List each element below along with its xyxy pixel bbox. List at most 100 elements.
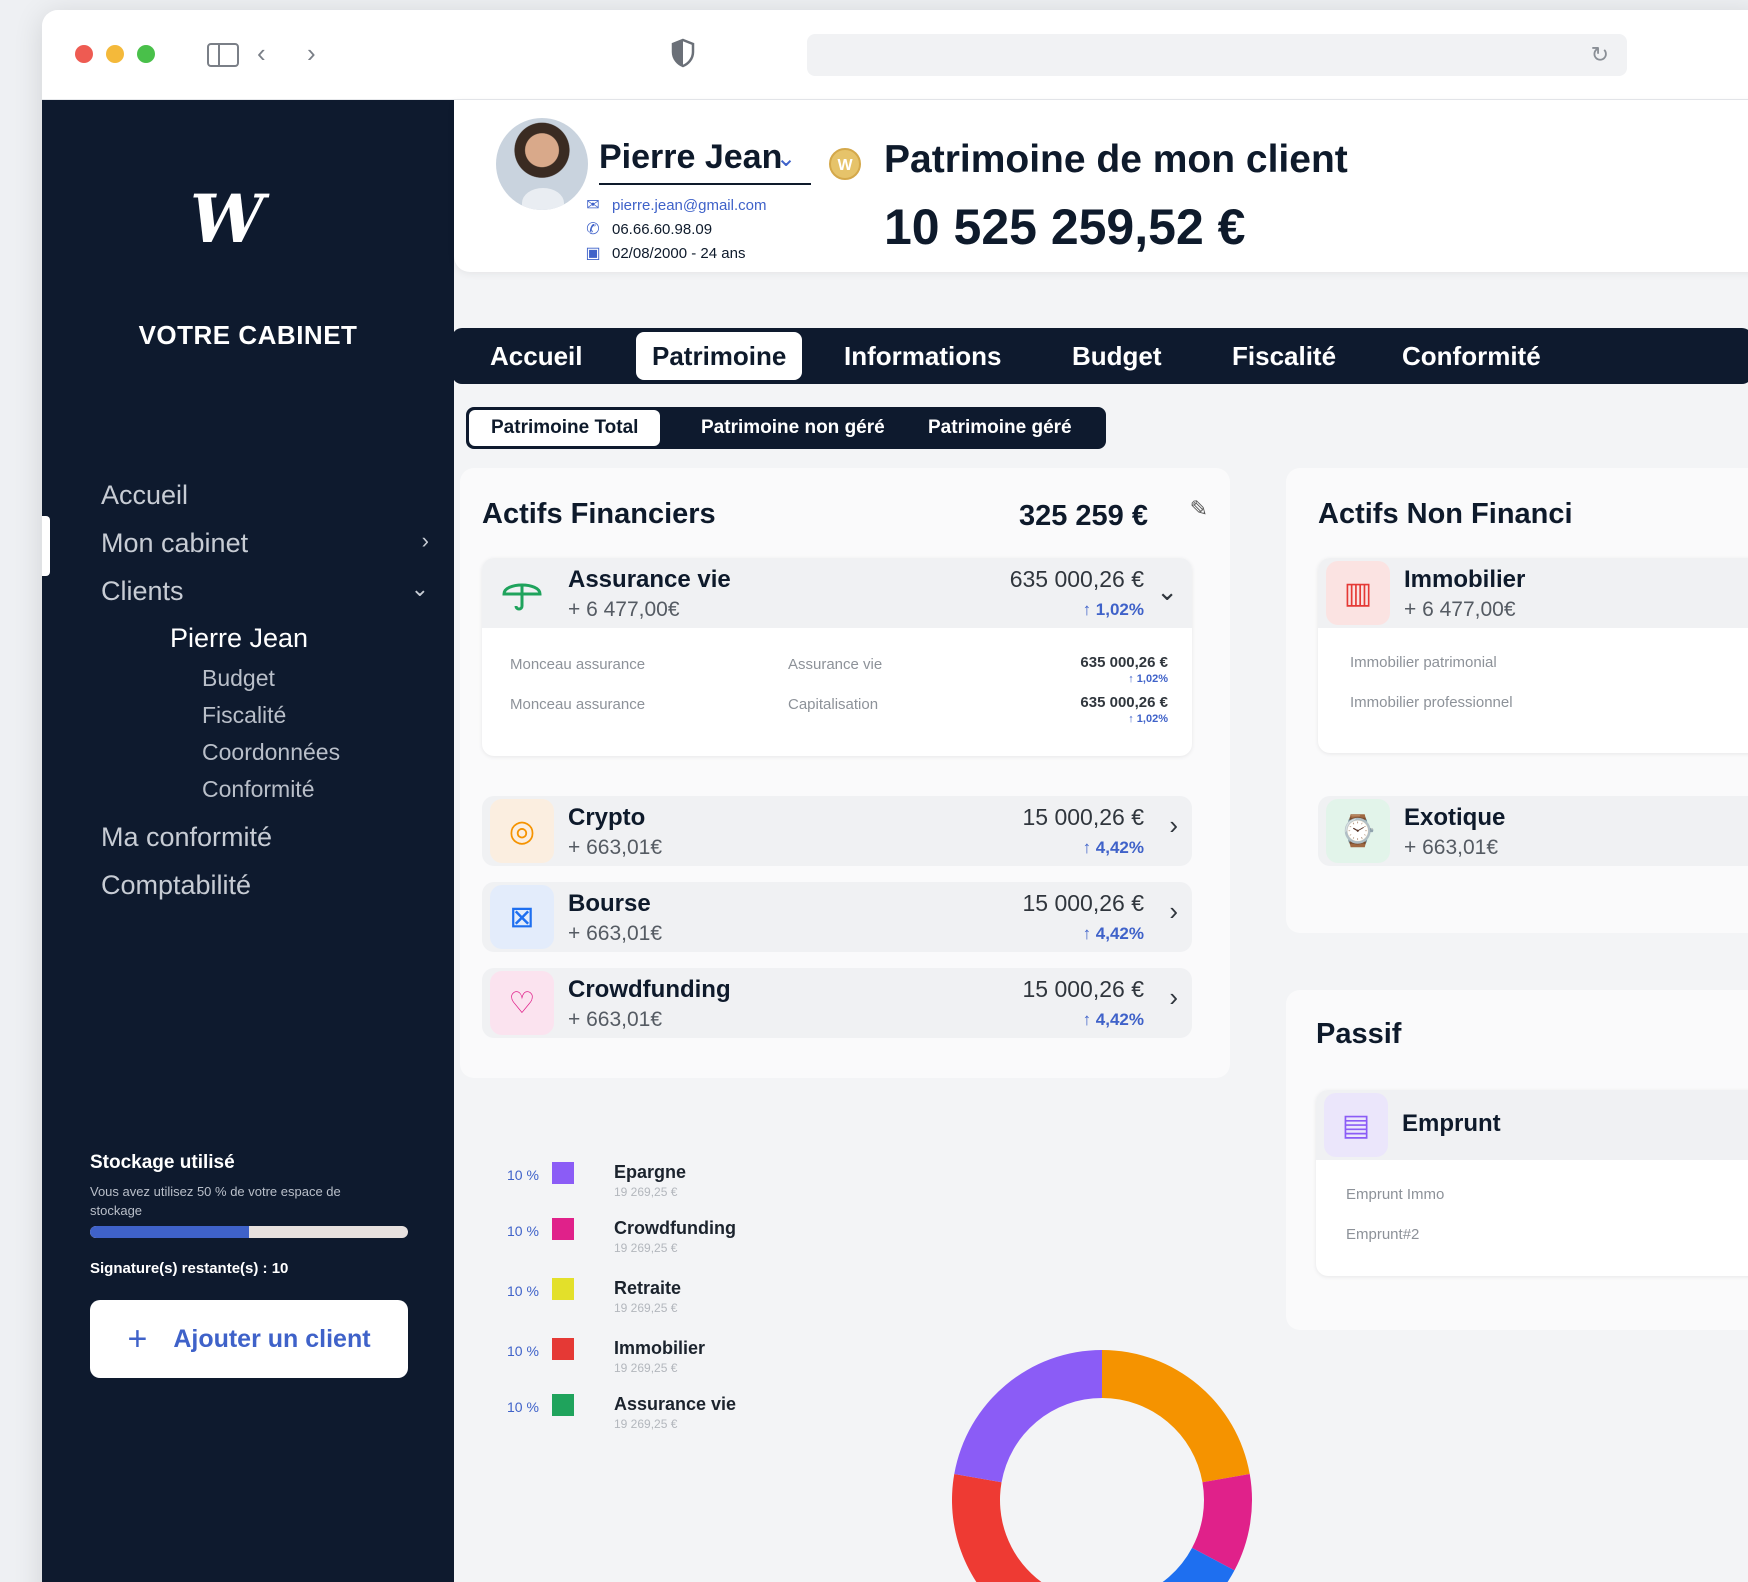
legend-amount: 19 269,25 € — [614, 1301, 678, 1315]
nav-item-comptabilite[interactable]: Comptabilité — [101, 870, 251, 901]
address-bar[interactable]: ↻ — [807, 34, 1627, 76]
asset-value: 15 000,26 € — [1022, 890, 1144, 916]
tab-budget[interactable]: Budget — [1072, 328, 1162, 384]
sidebar-toggle-icon[interactable] — [207, 43, 239, 67]
tab-accueil[interactable]: Accueil — [490, 328, 583, 384]
nav-item-mon-cabinet[interactable]: Mon cabinet › — [101, 528, 441, 559]
legend-name: Crowdfunding — [614, 1218, 736, 1238]
reload-icon[interactable]: ↻ — [1591, 42, 1609, 68]
asset-exotique[interactable]: ⌚ Exotique + 663,01€ — [1318, 796, 1748, 866]
asset-value: 635 000,26 € — [1009, 566, 1144, 592]
card-total: 325 259 € — [1018, 500, 1148, 532]
nav-item-ma-conformite[interactable]: Ma conformité — [101, 822, 272, 853]
asset-gain: + 663,01€ — [568, 922, 663, 945]
subtab-patrimoine-total[interactable]: Patrimoine Total — [469, 410, 661, 446]
chevron-right-icon[interactable]: › — [1169, 982, 1178, 1013]
mail-icon: ✉ — [586, 197, 600, 214]
nav-client-fiscalite[interactable]: Fiscalité — [202, 702, 286, 729]
asset-performance: ↑ 4,42% — [1082, 1010, 1144, 1029]
subtab-patrimoine-gere[interactable]: Patrimoine géré — [928, 407, 1072, 449]
client-email[interactable]: ✉ pierre.jean@gmail.com — [584, 195, 766, 215]
asset-immobilier[interactable]: ▥ Immobilier + 6 477,00€ Immobilier patr… — [1318, 558, 1748, 753]
nav-client-coordonnees[interactable]: Coordonnées — [202, 739, 340, 766]
logo: W — [190, 180, 264, 258]
add-client-button[interactable]: + Ajouter un client — [90, 1300, 408, 1378]
legend-amount: 19 269,25 € — [614, 1361, 678, 1375]
asset-bourse[interactable]: ⊠ Bourse + 663,01€ 15 000,26 € ↑ 4,42% › — [482, 882, 1192, 952]
detail-label: Monceau assurance — [510, 656, 646, 673]
asset-name: Emprunt — [1402, 1110, 1501, 1137]
nav-client-conformite[interactable]: Conformité — [202, 776, 314, 803]
nav-active-indicator — [42, 516, 50, 576]
chevron-down-icon[interactable]: ⌄ — [776, 144, 796, 173]
detail-label: Emprunt Immo — [1346, 1186, 1445, 1203]
nav-item-clients[interactable]: Clients ⌄ — [101, 576, 441, 607]
detail-label: Immobilier professionnel — [1350, 694, 1513, 711]
chevron-down-icon[interactable]: ⌄ — [1156, 576, 1178, 607]
chevron-right-icon[interactable]: › — [1169, 896, 1178, 927]
crypto-icon: ◎ — [490, 799, 554, 863]
detail-type: Assurance vie — [788, 656, 883, 673]
asset-name: Immobilier — [1404, 566, 1526, 593]
card-title: Actifs Non Financi — [1318, 498, 1573, 530]
asset-crowdfunding[interactable]: ♡ Crowdfunding + 663,01€ 15 000,26 € ↑ 4… — [482, 968, 1192, 1038]
nav-item-accueil[interactable]: Accueil — [101, 480, 441, 511]
edit-icon[interactable]: ✎ — [1190, 496, 1208, 522]
actifs-non-financiers-card: Actifs Non Financi ▥ Immobilier + 6 477,… — [1286, 468, 1748, 933]
client-phone: ✆ 06.66.60.98.09 — [584, 219, 712, 239]
detail-performance: ↑ 1,02% — [1128, 713, 1168, 725]
detail-type: Capitalisation — [788, 696, 879, 713]
building-icon: ▥ — [1326, 561, 1390, 625]
nav-client-budget[interactable]: Budget — [202, 665, 275, 692]
browser-toolbar: ‹ › ↻ — [42, 10, 1748, 100]
shield-icon[interactable] — [670, 38, 696, 68]
patrimoine-total: 10 525 259,52 € — [884, 199, 1246, 255]
storage-progress-fill — [90, 1226, 249, 1238]
asset-gain: + 663,01€ — [1404, 836, 1499, 859]
back-icon[interactable]: ‹ — [257, 40, 266, 66]
maximize-window-button[interactable] — [137, 45, 155, 63]
legend-amount: 19 269,25 € — [614, 1241, 678, 1255]
legend-percentage: 10 % — [507, 1343, 539, 1359]
nav-label: Mon cabinet — [101, 528, 249, 558]
legend-swatch — [552, 1278, 574, 1300]
minimize-window-button[interactable] — [106, 45, 124, 63]
legend-item-crowdfunding: 10 % Crowdfunding 19 269,25 € — [507, 1218, 736, 1255]
signatures-remaining: Signature(s) restante(s) : 10 — [90, 1260, 289, 1277]
client-avatar — [496, 118, 588, 210]
detail-label: Immobilier patrimonial — [1350, 654, 1497, 671]
asset-gain: + 663,01€ — [568, 1008, 663, 1031]
tab-patrimoine[interactable]: Patrimoine — [636, 332, 803, 380]
legend-amount: 19 269,25 € — [614, 1417, 678, 1431]
chevron-down-icon: ⌄ — [410, 576, 429, 601]
calendar-icon: ▣ — [585, 245, 601, 262]
detail-value: 635 000,26 € — [1080, 694, 1168, 711]
legend-percentage: 10 % — [507, 1167, 539, 1183]
legend-amount: 19 269,25 € — [614, 1185, 678, 1199]
tab-fiscalite[interactable]: Fiscalité — [1232, 328, 1336, 384]
plus-icon: + — [127, 1319, 148, 1358]
legend-item-retraite: 10 % Retraite 19 269,25 € — [507, 1278, 681, 1315]
chevron-right-icon[interactable]: › — [1169, 810, 1178, 841]
asset-performance: ↑ 4,42% — [1082, 924, 1144, 943]
donut-segment-red — [952, 1473, 1042, 1582]
add-client-label: Ajouter un client — [173, 1324, 371, 1353]
tab-informations[interactable]: Informations — [844, 328, 1001, 384]
asset-emprunt[interactable]: ▤ Emprunt Emprunt Immo Emprunt#2 — [1316, 1090, 1748, 1276]
asset-performance: ↑ 4,42% — [1082, 838, 1144, 857]
asset-crypto[interactable]: ◎ Crypto + 663,01€ 15 000,26 € ↑ 4,42% › — [482, 796, 1192, 866]
asset-assurance-vie[interactable]: Assurance vie + 6 477,00€ 635 000,26 € ↑… — [482, 558, 1192, 756]
nav-label: Clients — [101, 576, 184, 606]
card-title: Actifs Financiers — [482, 498, 716, 530]
close-window-button[interactable] — [75, 45, 93, 63]
tab-conformite[interactable]: Conformité — [1402, 328, 1541, 384]
main-tabs: Accueil Patrimoine Informations Budget F… — [452, 328, 1748, 384]
client-birthdate: ▣ 02/08/2000 - 24 ans — [584, 243, 745, 263]
asset-gain: + 663,01€ — [568, 836, 663, 859]
legend-percentage: 10 % — [507, 1399, 539, 1415]
subtab-patrimoine-non-gere[interactable]: Patrimoine non géré — [701, 407, 885, 449]
chevron-right-icon: › — [421, 528, 429, 553]
forward-icon[interactable]: › — [307, 40, 316, 66]
asset-name: Assurance vie — [568, 566, 731, 593]
nav-client-pierre-jean[interactable]: Pierre Jean — [170, 623, 308, 654]
